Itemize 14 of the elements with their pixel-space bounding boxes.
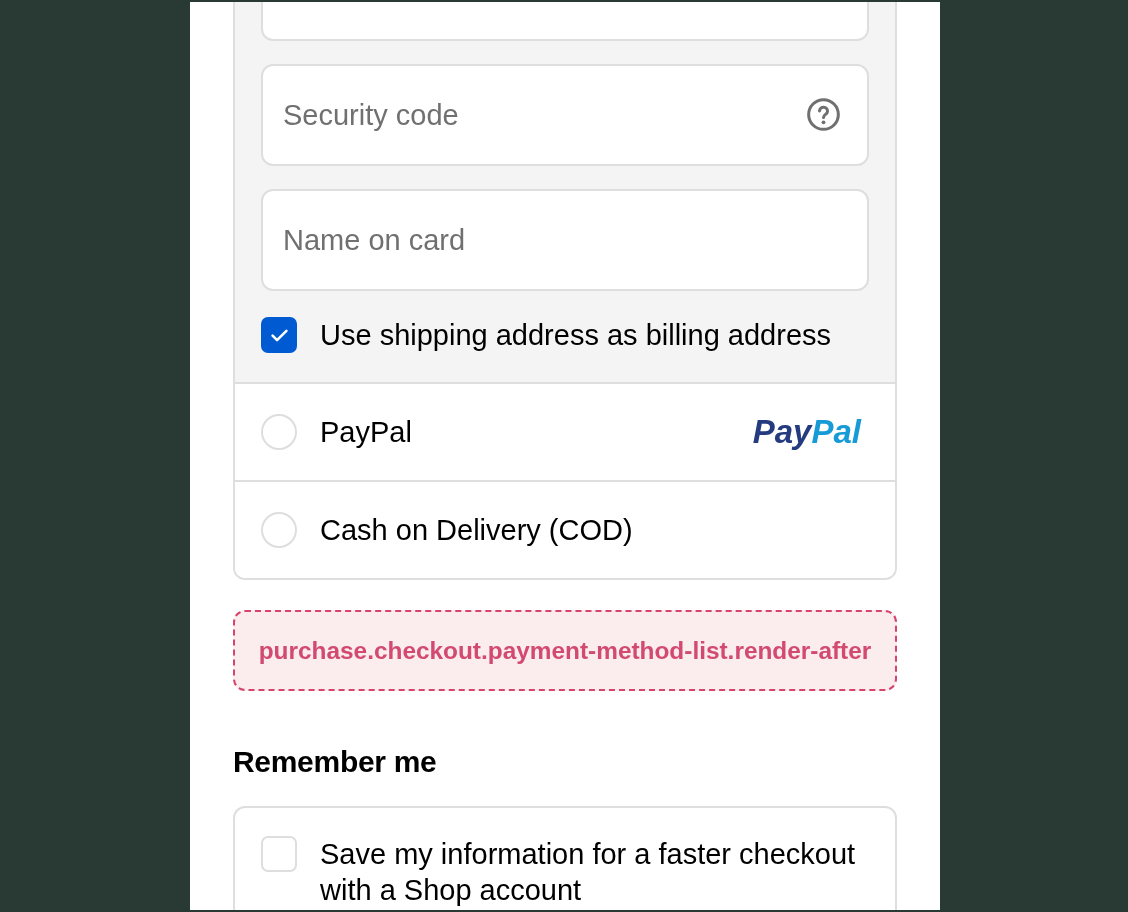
radio-button[interactable] xyxy=(261,512,297,548)
extension-target-banner: purchase.checkout.payment-method-list.render-after xyxy=(233,610,897,691)
paypal-logo: PayPal xyxy=(752,414,861,450)
input-field[interactable]: Security code xyxy=(261,64,869,166)
payment-method-label: Cash on Delivery (COD) xyxy=(320,513,633,548)
section-heading: Remember me xyxy=(233,745,438,779)
input-field[interactable]: Name on card xyxy=(261,189,869,291)
checkmark-icon xyxy=(270,328,288,342)
payment-method-label: PayPal xyxy=(320,415,412,450)
help-icon[interactable] xyxy=(807,98,840,131)
checkbox-label: Use shipping address as billing address xyxy=(320,318,831,353)
checkbox[interactable] xyxy=(261,317,297,353)
checkbox-label: Save my information for a faster checkout with a Shop account xyxy=(320,837,857,908)
radio-button[interactable] xyxy=(261,414,297,450)
